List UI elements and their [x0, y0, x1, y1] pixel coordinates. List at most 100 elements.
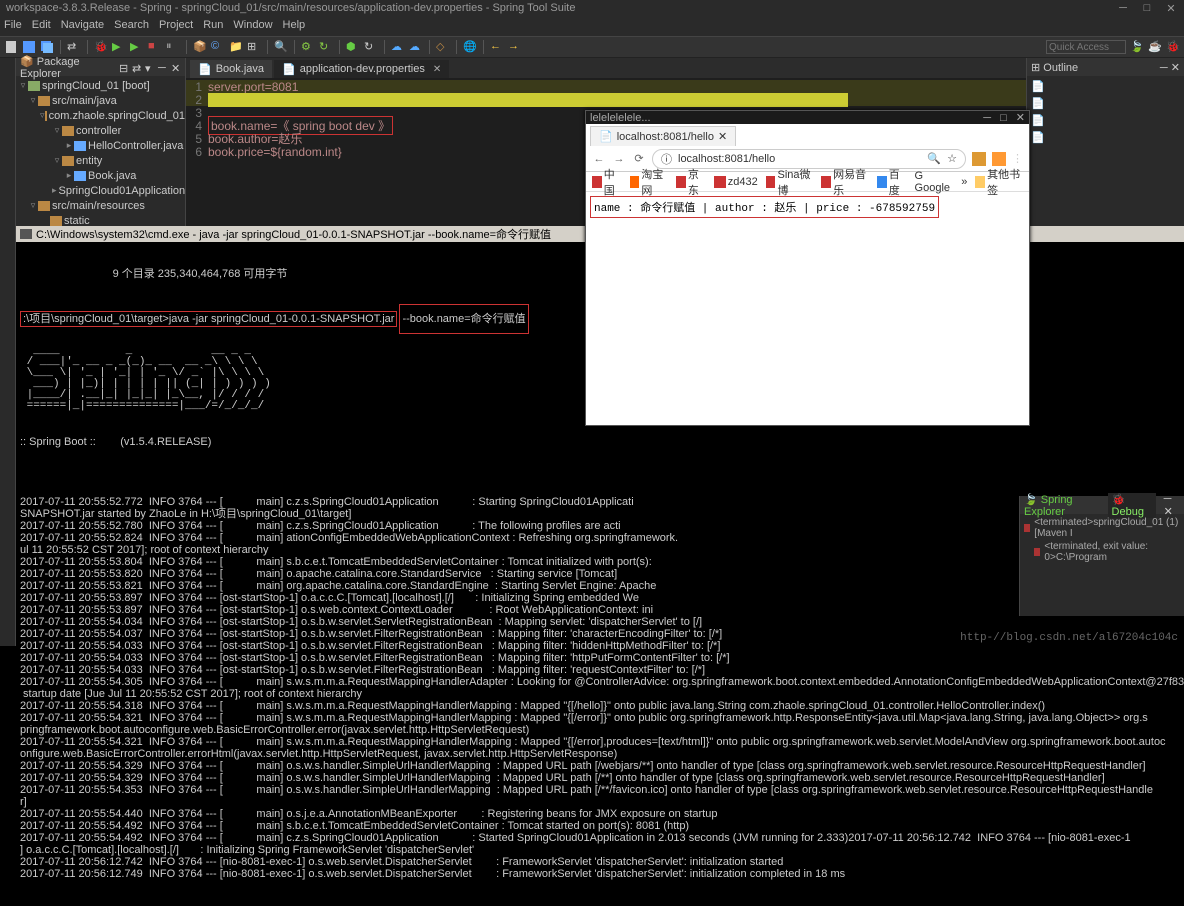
- menu-navigate[interactable]: Navigate: [61, 19, 104, 35]
- view-menu-icon[interactable]: ▾: [145, 62, 155, 72]
- new-class-icon[interactable]: ©: [211, 40, 225, 54]
- perspective-debug-icon[interactable]: 🐞: [1166, 40, 1180, 54]
- outline-item-icon[interactable]: 📄: [1031, 80, 1180, 93]
- outline-item-icon[interactable]: 📄: [1031, 97, 1180, 110]
- menu-window[interactable]: Window: [233, 19, 272, 35]
- spring-explorer-tab[interactable]: 🍃 Spring Explorer: [1024, 493, 1100, 518]
- fwd-icon[interactable]: →: [508, 40, 522, 54]
- close-view-icon[interactable]: ✕: [171, 62, 181, 72]
- response-text-box: name : 命令行赋值 | author : 赵乐 | price : -67…: [590, 196, 939, 218]
- zoom-icon[interactable]: 🔍: [927, 152, 941, 165]
- switch-icon[interactable]: ⇄: [67, 40, 81, 54]
- extension-icon[interactable]: [992, 152, 1006, 166]
- quick-access-input[interactable]: [1046, 40, 1126, 54]
- minimize-view-icon[interactable]: ─: [158, 62, 168, 72]
- editor-tab-properties[interactable]: 📄 application-dev.properties ✕: [274, 60, 449, 78]
- perspective-spring-icon[interactable]: 🍃: [1130, 40, 1144, 54]
- new-folder-icon[interactable]: 📁: [229, 40, 243, 54]
- tree-item[interactable]: ▸HelloController.java: [16, 138, 185, 153]
- browser-close-icon[interactable]: ✕: [1016, 112, 1025, 124]
- debug-min-icon[interactable]: ─: [1164, 493, 1172, 505]
- tree-item[interactable]: ▿controller: [16, 123, 185, 138]
- stop-icon[interactable]: ■: [148, 40, 162, 54]
- browser-max-icon[interactable]: □: [1000, 112, 1007, 124]
- bookmark-icon: [630, 176, 640, 188]
- bookmark-icon: [821, 176, 831, 188]
- watermark: http-//blog.csdn.net/al67204c104c: [960, 632, 1178, 644]
- debug-tab[interactable]: 🐞 Debug: [1108, 493, 1156, 518]
- close-tab-icon[interactable]: ✕: [433, 64, 441, 75]
- back-icon[interactable]: ←: [490, 40, 504, 54]
- refresh-icon[interactable]: ↻: [319, 40, 333, 54]
- open-type-icon[interactable]: ⊞: [247, 40, 261, 54]
- outline-item-icon[interactable]: 📄: [1031, 114, 1180, 127]
- browser-reload-icon[interactable]: ⟳: [632, 152, 646, 165]
- tree-item[interactable]: ▿springCloud_01 [boot]: [16, 78, 185, 93]
- collapse-all-icon[interactable]: ⊟: [119, 62, 129, 72]
- menu-project[interactable]: Project: [159, 19, 193, 35]
- boot-restart-icon[interactable]: ↻: [364, 40, 378, 54]
- maximize-icon[interactable]: □: [1140, 2, 1154, 16]
- run-icon[interactable]: ▶: [112, 40, 126, 54]
- search-icon[interactable]: 🔍: [274, 40, 288, 54]
- package-explorer-title: 📦 Package Explorer: [20, 55, 119, 80]
- browser-tab-label: localhost:8081/hello: [617, 131, 714, 143]
- bookmarks-overflow-icon[interactable]: »: [961, 176, 967, 188]
- boot-icon[interactable]: ⬢: [346, 40, 360, 54]
- address-url: localhost:8081/hello: [678, 153, 775, 165]
- outline-item-icon[interactable]: 📄: [1031, 131, 1180, 144]
- java-file-icon: 📄: [198, 63, 212, 76]
- browser-titlebar: lelelelelele... ─ □ ✕: [586, 111, 1029, 124]
- debug-process-row[interactable]: <terminated, exit value: 0>C:\Program: [1024, 540, 1180, 564]
- browser-fwd-icon[interactable]: →: [612, 153, 626, 165]
- cmd-icon: [20, 229, 32, 239]
- bookmark-item[interactable]: zd432: [714, 176, 758, 188]
- menu-edit[interactable]: Edit: [32, 19, 51, 35]
- run-last-icon[interactable]: ▶: [130, 40, 144, 54]
- tree-item[interactable]: ▿com.zhaole.springCloud_01: [16, 108, 185, 123]
- new-pkg-icon[interactable]: 📦: [193, 40, 207, 54]
- menu-file[interactable]: File: [4, 19, 22, 35]
- menu-help[interactable]: Help: [283, 19, 306, 35]
- browser-min-icon[interactable]: ─: [983, 112, 991, 124]
- perspective-java-icon[interactable]: ☕: [1148, 40, 1162, 54]
- debug-icon[interactable]: 🐞: [94, 40, 108, 54]
- editor-tab-book[interactable]: 📄 Book.java: [190, 60, 272, 78]
- star-icon[interactable]: ☆: [947, 152, 957, 165]
- browser-back-icon[interactable]: ←: [592, 153, 606, 165]
- cloud-icon[interactable]: ☁: [391, 40, 405, 54]
- extension-icon[interactable]: [972, 152, 986, 166]
- menu-run[interactable]: Run: [203, 19, 223, 35]
- outline-title: ⊞ Outline: [1031, 61, 1078, 74]
- build-icon[interactable]: ⚙: [301, 40, 315, 54]
- browser-tab[interactable]: 📄 localhost:8081/hello ✕: [590, 126, 736, 146]
- ide-title-text: workspace-3.8.3.Release - Spring - sprin…: [6, 2, 575, 16]
- info-icon[interactable]: ⓘ: [661, 151, 672, 167]
- outline-close-icon[interactable]: ✕: [1171, 62, 1180, 74]
- save-icon[interactable]: [22, 40, 36, 54]
- cloud2-icon[interactable]: ☁: [409, 40, 423, 54]
- debug-close-icon[interactable]: ✕: [1164, 506, 1173, 518]
- minimize-icon[interactable]: ─: [1116, 2, 1130, 16]
- pause-icon[interactable]: ⏸: [166, 40, 180, 54]
- tree-item[interactable]: ▿src/main/resources: [16, 198, 185, 213]
- close-icon[interactable]: ✕: [1164, 2, 1178, 16]
- debug-process-row[interactable]: <terminated>springCloud_01 (1) [Maven I: [1024, 516, 1180, 540]
- console-headline: 9 个目录 235,340,464,768 可用字节: [20, 268, 380, 280]
- browser-tab-close-icon[interactable]: ✕: [718, 130, 727, 143]
- world-icon[interactable]: 🌐: [463, 40, 477, 54]
- tree-item[interactable]: ▿entity: [16, 153, 185, 168]
- browser-menu-icon[interactable]: ⋮: [1012, 152, 1023, 165]
- new-icon[interactable]: [4, 40, 18, 54]
- tree-item[interactable]: ▿src/main/java: [16, 93, 185, 108]
- link-editor-icon[interactable]: ⇄: [132, 62, 142, 72]
- nav-icon[interactable]: ◇: [436, 40, 450, 54]
- save-all-icon[interactable]: [40, 40, 54, 54]
- tree-item[interactable]: ▸Book.java: [16, 168, 185, 183]
- debug-row-text: <terminated, exit value: 0>C:\Program: [1044, 541, 1180, 563]
- tree-item[interactable]: ▸SpringCloud01Application.java: [16, 183, 185, 198]
- bookmark-item[interactable]: G Google: [915, 170, 954, 194]
- debug-row-text: <terminated>springCloud_01 (1) [Maven I: [1034, 517, 1180, 539]
- outline-min-icon[interactable]: ─: [1160, 62, 1168, 74]
- menu-search[interactable]: Search: [114, 19, 149, 35]
